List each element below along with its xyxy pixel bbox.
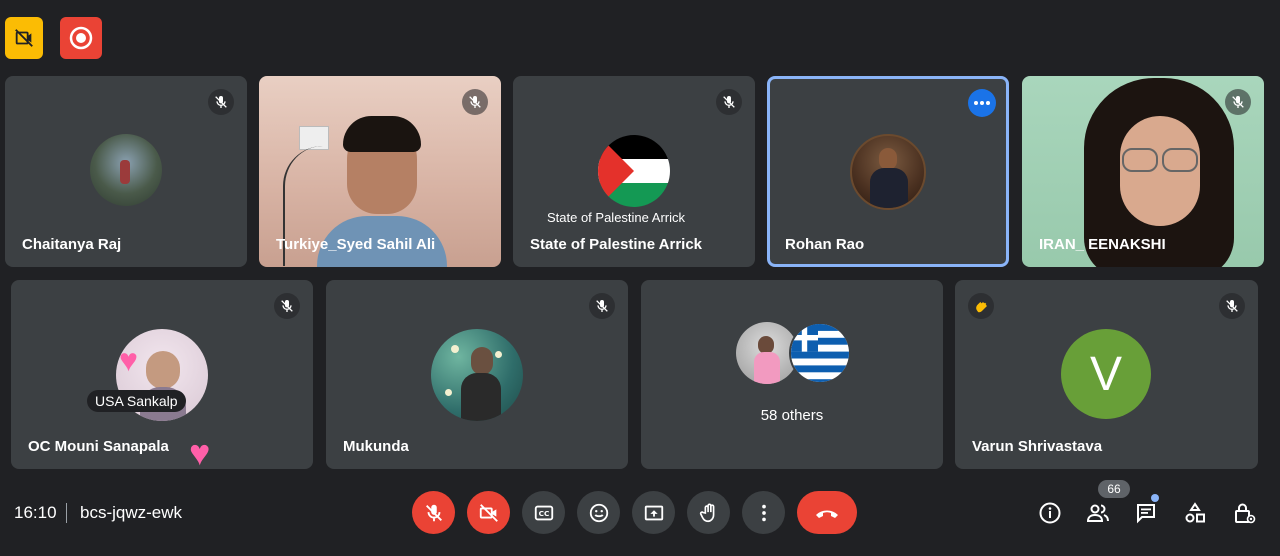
others-count-label: 58 others bbox=[760, 407, 824, 424]
participant-tile[interactable]: State of Palestine Arrick State of Pales… bbox=[513, 76, 755, 267]
participant-tile-active[interactable]: Rohan Rao bbox=[767, 76, 1009, 267]
mic-muted-indicator bbox=[274, 293, 300, 319]
participant-name: Rohan Rao bbox=[785, 236, 865, 253]
info-icon bbox=[1039, 502, 1061, 524]
more-options-icon bbox=[761, 504, 766, 521]
participant-name: State of Palestine Arrick bbox=[530, 236, 703, 253]
participant-name: Varun Shrivastava bbox=[972, 438, 1103, 455]
people-icon bbox=[1086, 504, 1109, 522]
camera-toggle-button[interactable] bbox=[467, 491, 510, 534]
mic-off-icon bbox=[215, 96, 227, 108]
present-screen-button[interactable] bbox=[632, 491, 675, 534]
mic-muted-indicator bbox=[716, 89, 742, 115]
raise-hand-icon bbox=[699, 503, 714, 522]
meeting-code[interactable]: bcs-jqwz-ewk bbox=[80, 503, 182, 523]
svg-text:CC: CC bbox=[538, 509, 549, 518]
avatar bbox=[431, 329, 523, 421]
recording-button[interactable] bbox=[60, 17, 102, 59]
participant-name: IRAN_ EENAKSHI bbox=[1039, 236, 1166, 253]
participant-tile[interactable]: IRAN_ EENAKSHI bbox=[1022, 76, 1264, 267]
overlay-name-badge: USA Sankalp bbox=[87, 390, 186, 412]
activities-icon bbox=[1185, 502, 1205, 523]
people-button[interactable] bbox=[1085, 500, 1111, 526]
clapping-hands-icon bbox=[976, 302, 987, 313]
avatar-caption: State of Palestine Arrick bbox=[546, 210, 685, 225]
activities-button[interactable] bbox=[1182, 500, 1208, 526]
mic-muted-indicator bbox=[208, 89, 234, 115]
host-controls-icon bbox=[1235, 503, 1256, 524]
chat-notification-dot bbox=[1151, 494, 1159, 502]
captions-icon: CC bbox=[534, 505, 553, 520]
chat-button[interactable] bbox=[1133, 500, 1159, 526]
participant-tile[interactable]: Turkiye_Syed Sahil Ali bbox=[259, 76, 501, 267]
mic-muted-indicator bbox=[589, 293, 615, 319]
participant-name: Turkiye_Syed Sahil Ali bbox=[276, 236, 436, 253]
others-tile[interactable]: 58 others bbox=[641, 280, 943, 469]
mic-off-icon bbox=[469, 96, 481, 108]
heart-sticker: ♥ bbox=[119, 342, 138, 378]
participant-name: Mukunda bbox=[343, 438, 409, 455]
more-horizontal-icon bbox=[974, 101, 990, 105]
reactions-button[interactable] bbox=[577, 491, 620, 534]
participant-count-badge: 66 bbox=[1098, 480, 1130, 498]
present-icon bbox=[644, 505, 663, 520]
heart-sticker: ♥ bbox=[189, 432, 211, 470]
host-controls-button[interactable] bbox=[1231, 500, 1257, 526]
camera-off-icon bbox=[479, 503, 498, 522]
avatar-palestine-flag bbox=[598, 135, 670, 207]
more-options-button[interactable] bbox=[968, 89, 996, 117]
mic-muted-indicator bbox=[462, 89, 488, 115]
avatar: V bbox=[1061, 329, 1151, 419]
more-options-button[interactable] bbox=[742, 491, 785, 534]
participant-tile[interactable]: Mukunda bbox=[326, 280, 628, 469]
chat-icon bbox=[1137, 504, 1155, 524]
mic-off-icon bbox=[1226, 300, 1238, 312]
leave-call-icon bbox=[816, 510, 838, 518]
no-video-icon bbox=[15, 29, 33, 47]
avatar bbox=[90, 134, 162, 206]
divider bbox=[66, 503, 67, 523]
emoji-icon bbox=[589, 503, 608, 522]
mic-muted-indicator bbox=[1219, 293, 1245, 319]
mic-toggle-button[interactable] bbox=[412, 491, 455, 534]
participant-name: OC Mouni Sanapala bbox=[28, 438, 169, 455]
captions-button[interactable]: CC bbox=[522, 491, 565, 534]
mic-off-icon bbox=[596, 300, 608, 312]
mic-off-icon bbox=[281, 300, 293, 312]
participant-tile[interactable]: Chaitanya Raj bbox=[5, 76, 247, 267]
mic-off-icon bbox=[723, 96, 735, 108]
leave-call-button[interactable] bbox=[797, 491, 857, 534]
mic-off-icon bbox=[1232, 96, 1244, 108]
raised-hand-indicator bbox=[968, 293, 994, 319]
meeting-details-button[interactable] bbox=[1037, 500, 1063, 526]
avatar-letter: V bbox=[1089, 347, 1122, 401]
recording-icon bbox=[69, 26, 93, 50]
participant-tile[interactable]: V Varun Shrivastava bbox=[955, 280, 1258, 469]
participant-name: Chaitanya Raj bbox=[22, 236, 122, 253]
meeting-time: 16:10 bbox=[14, 503, 57, 522]
mic-muted-indicator bbox=[1225, 89, 1251, 115]
mic-off-icon bbox=[425, 504, 442, 521]
camera-off-indicator-button[interactable] bbox=[5, 17, 43, 59]
raise-hand-button[interactable] bbox=[687, 491, 730, 534]
participant-tile[interactable]: ♥ USA Sankalp ♥ OC Mouni Sanapala bbox=[11, 280, 313, 469]
avatar-greece-flag bbox=[789, 322, 851, 384]
avatar bbox=[850, 134, 926, 210]
